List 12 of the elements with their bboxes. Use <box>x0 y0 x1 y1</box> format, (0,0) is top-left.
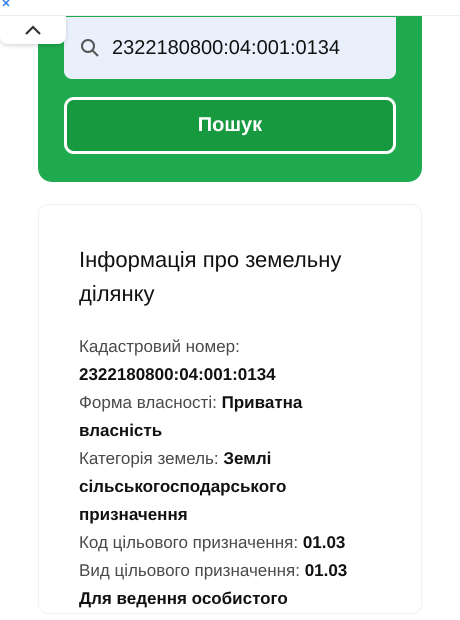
collapse-button[interactable] <box>0 16 66 44</box>
info-row-text: Кадастровий номер: 2322180800:04:001:0134 <box>79 336 277 386</box>
search-icon <box>80 38 100 58</box>
chevron-up-icon <box>24 25 42 35</box>
info-row-text: Категорія земель: Землі сільськогосподарського призначення <box>79 448 288 526</box>
info-row-text: Форма власності: Приватна власність <box>79 392 304 442</box>
search-button[interactable]: Пошук <box>64 97 396 154</box>
card-title: Інформація про земельну ділянку <box>79 246 342 308</box>
close-icon[interactable] <box>2 0 12 7</box>
info-row-text: Код цільового призначення: 01.03 <box>79 532 346 554</box>
info-row-text: Вид цільового призначення: 01.03 Для ведення особистого <box>79 560 348 610</box>
search-field[interactable]: 2322180800:04:001:0134 <box>64 17 396 79</box>
